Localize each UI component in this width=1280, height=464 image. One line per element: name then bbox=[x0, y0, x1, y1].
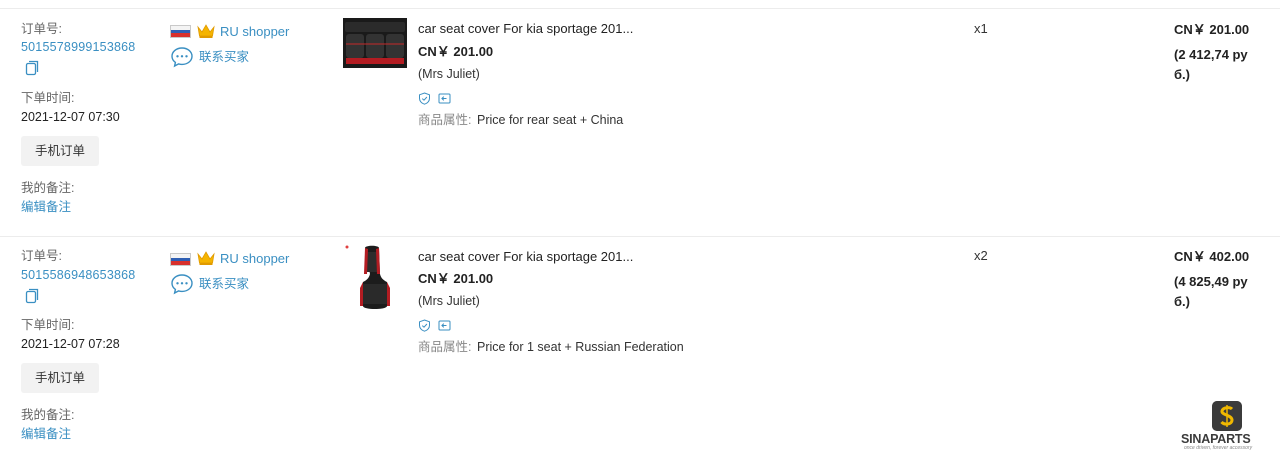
order-time-label: 下单时间: bbox=[21, 91, 75, 105]
order-number-link[interactable]: 5015586948653868 bbox=[21, 267, 135, 283]
product-thumbnail[interactable] bbox=[343, 244, 407, 312]
watermark-name: SINAPARTS bbox=[1181, 432, 1251, 446]
order-number-label: 订单号: bbox=[21, 249, 62, 263]
chat-bubble-icon[interactable] bbox=[170, 46, 194, 68]
mobile-order-button[interactable]: 手机订单 bbox=[21, 136, 99, 166]
return-icon bbox=[438, 93, 451, 104]
russia-flag-icon bbox=[170, 253, 191, 266]
sinaparts-watermark: SINAPARTS once driven, forever accessory bbox=[1181, 400, 1271, 454]
shopper-link[interactable]: RU shopper bbox=[220, 24, 289, 40]
shopper-link[interactable]: RU shopper bbox=[220, 251, 289, 267]
watermark-tagline: once driven, forever accessory bbox=[1184, 445, 1253, 451]
product-attribute: Price for rear seat + China bbox=[477, 113, 624, 127]
edit-note-link[interactable]: 编辑备注 bbox=[21, 426, 71, 442]
order-row: 订单号: 5015586948653868 下单时间: 2021-12-07 0… bbox=[0, 236, 1280, 464]
order-total-rub: (2 412,74 ру б.) bbox=[1174, 47, 1248, 82]
order-time: 2021-12-07 07:30 bbox=[21, 110, 120, 124]
contact-buyer-link[interactable]: 联系买家 bbox=[199, 49, 249, 65]
order-time: 2021-12-07 07:28 bbox=[21, 337, 120, 351]
crown-icon bbox=[197, 251, 215, 265]
product-title-link[interactable]: car seat cover For kia sportage 201... bbox=[418, 249, 633, 265]
russia-flag-icon bbox=[170, 25, 191, 38]
product-attribute-label: 商品属性: bbox=[418, 113, 472, 127]
shield-check-icon bbox=[419, 92, 430, 105]
copy-icon[interactable] bbox=[25, 288, 39, 304]
product-seller: (Mrs Juliet) bbox=[418, 294, 480, 308]
product-seller: (Mrs Juliet) bbox=[418, 67, 480, 81]
product-attribute: Price for 1 seat + Russian Federation bbox=[477, 340, 684, 354]
product-price: CN￥ 201.00 bbox=[418, 44, 494, 59]
mobile-order-button[interactable]: 手机订单 bbox=[21, 363, 99, 393]
copy-icon[interactable] bbox=[25, 60, 39, 76]
my-note-label: 我的备注: bbox=[21, 181, 75, 195]
product-title-link[interactable]: car seat cover For kia sportage 201... bbox=[418, 21, 633, 37]
sinaparts-logo-icon bbox=[1212, 401, 1242, 431]
product-attribute-label: 商品属性: bbox=[418, 340, 472, 354]
edit-note-link[interactable]: 编辑备注 bbox=[21, 199, 71, 215]
quantity: x1 bbox=[974, 21, 988, 36]
chat-bubble-icon[interactable] bbox=[170, 273, 194, 295]
order-total: CN￥ 201.00 bbox=[1174, 22, 1250, 37]
contact-buyer-link[interactable]: 联系买家 bbox=[199, 276, 249, 292]
order-time-label: 下单时间: bbox=[21, 318, 75, 332]
order-row: 订单号: 5015578999153868 下单时间: 2021-12-07 0… bbox=[0, 9, 1280, 236]
order-number-label: 订单号: bbox=[21, 22, 62, 36]
order-total-rub: (4 825,49 ру б.) bbox=[1174, 274, 1248, 309]
product-thumbnail[interactable] bbox=[343, 18, 407, 68]
order-total: CN￥ 402.00 bbox=[1174, 249, 1250, 264]
return-icon bbox=[438, 320, 451, 331]
product-price: CN￥ 201.00 bbox=[418, 271, 494, 286]
order-number-link[interactable]: 5015578999153868 bbox=[21, 39, 135, 55]
crown-icon bbox=[197, 24, 215, 38]
my-note-label: 我的备注: bbox=[21, 408, 75, 422]
shield-check-icon bbox=[419, 319, 430, 332]
quantity: x2 bbox=[974, 248, 988, 263]
